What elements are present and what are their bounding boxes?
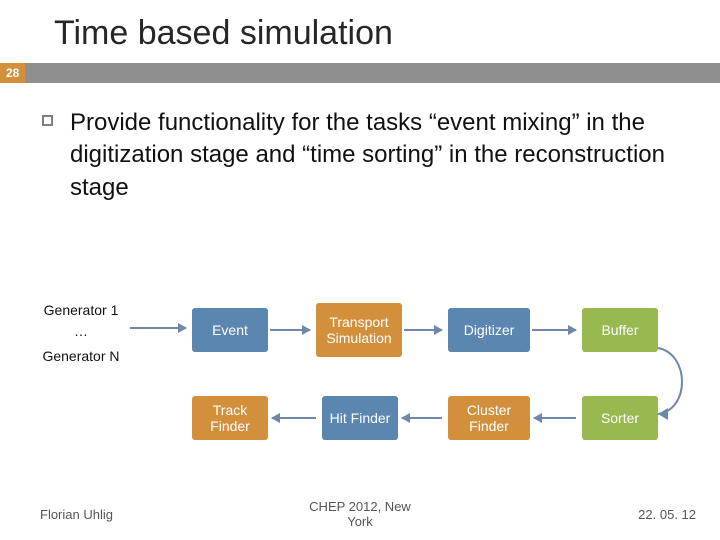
arrow-icon — [532, 329, 576, 331]
node-ellipsis: … — [34, 322, 128, 340]
node-hit-finder: Hit Finder — [322, 396, 398, 440]
arrow-icon — [402, 417, 442, 419]
footer-venue: CHEP 2012, New York — [309, 499, 411, 530]
node-cluster-finder: Cluster Finder — [448, 396, 530, 440]
arrow-icon — [130, 327, 186, 329]
node-generator-n: Generator N — [34, 346, 128, 366]
body-content: Provide functionality for the tasks “eve… — [70, 109, 665, 201]
arrow-icon — [272, 417, 316, 419]
node-generator-1: Generator 1 — [34, 300, 128, 320]
curve-arrow-icon — [628, 342, 698, 422]
body-text: Provide functionality for the tasks “eve… — [0, 83, 720, 204]
footer-venue-line2: York — [347, 514, 373, 529]
arrow-icon — [404, 329, 442, 331]
title-bar: 28 — [0, 63, 720, 83]
node-digitizer: Digitizer — [448, 308, 530, 352]
node-transport: Transport Simulation — [316, 303, 402, 357]
footer-date: 22. 05. 12 — [638, 507, 696, 522]
flow-diagram: Generator 1 … Generator N Event Transpor… — [0, 300, 720, 500]
footer-author: Florian Uhlig — [40, 507, 113, 522]
node-event: Event — [192, 308, 268, 352]
arrow-icon — [534, 417, 576, 419]
node-track-finder: Track Finder — [192, 396, 268, 440]
footer-venue-line1: CHEP 2012, New — [309, 499, 411, 514]
bullet-icon — [42, 115, 53, 126]
page-number: 28 — [0, 63, 25, 83]
arrow-icon — [270, 329, 310, 331]
page-title: Time based simulation — [0, 0, 720, 63]
